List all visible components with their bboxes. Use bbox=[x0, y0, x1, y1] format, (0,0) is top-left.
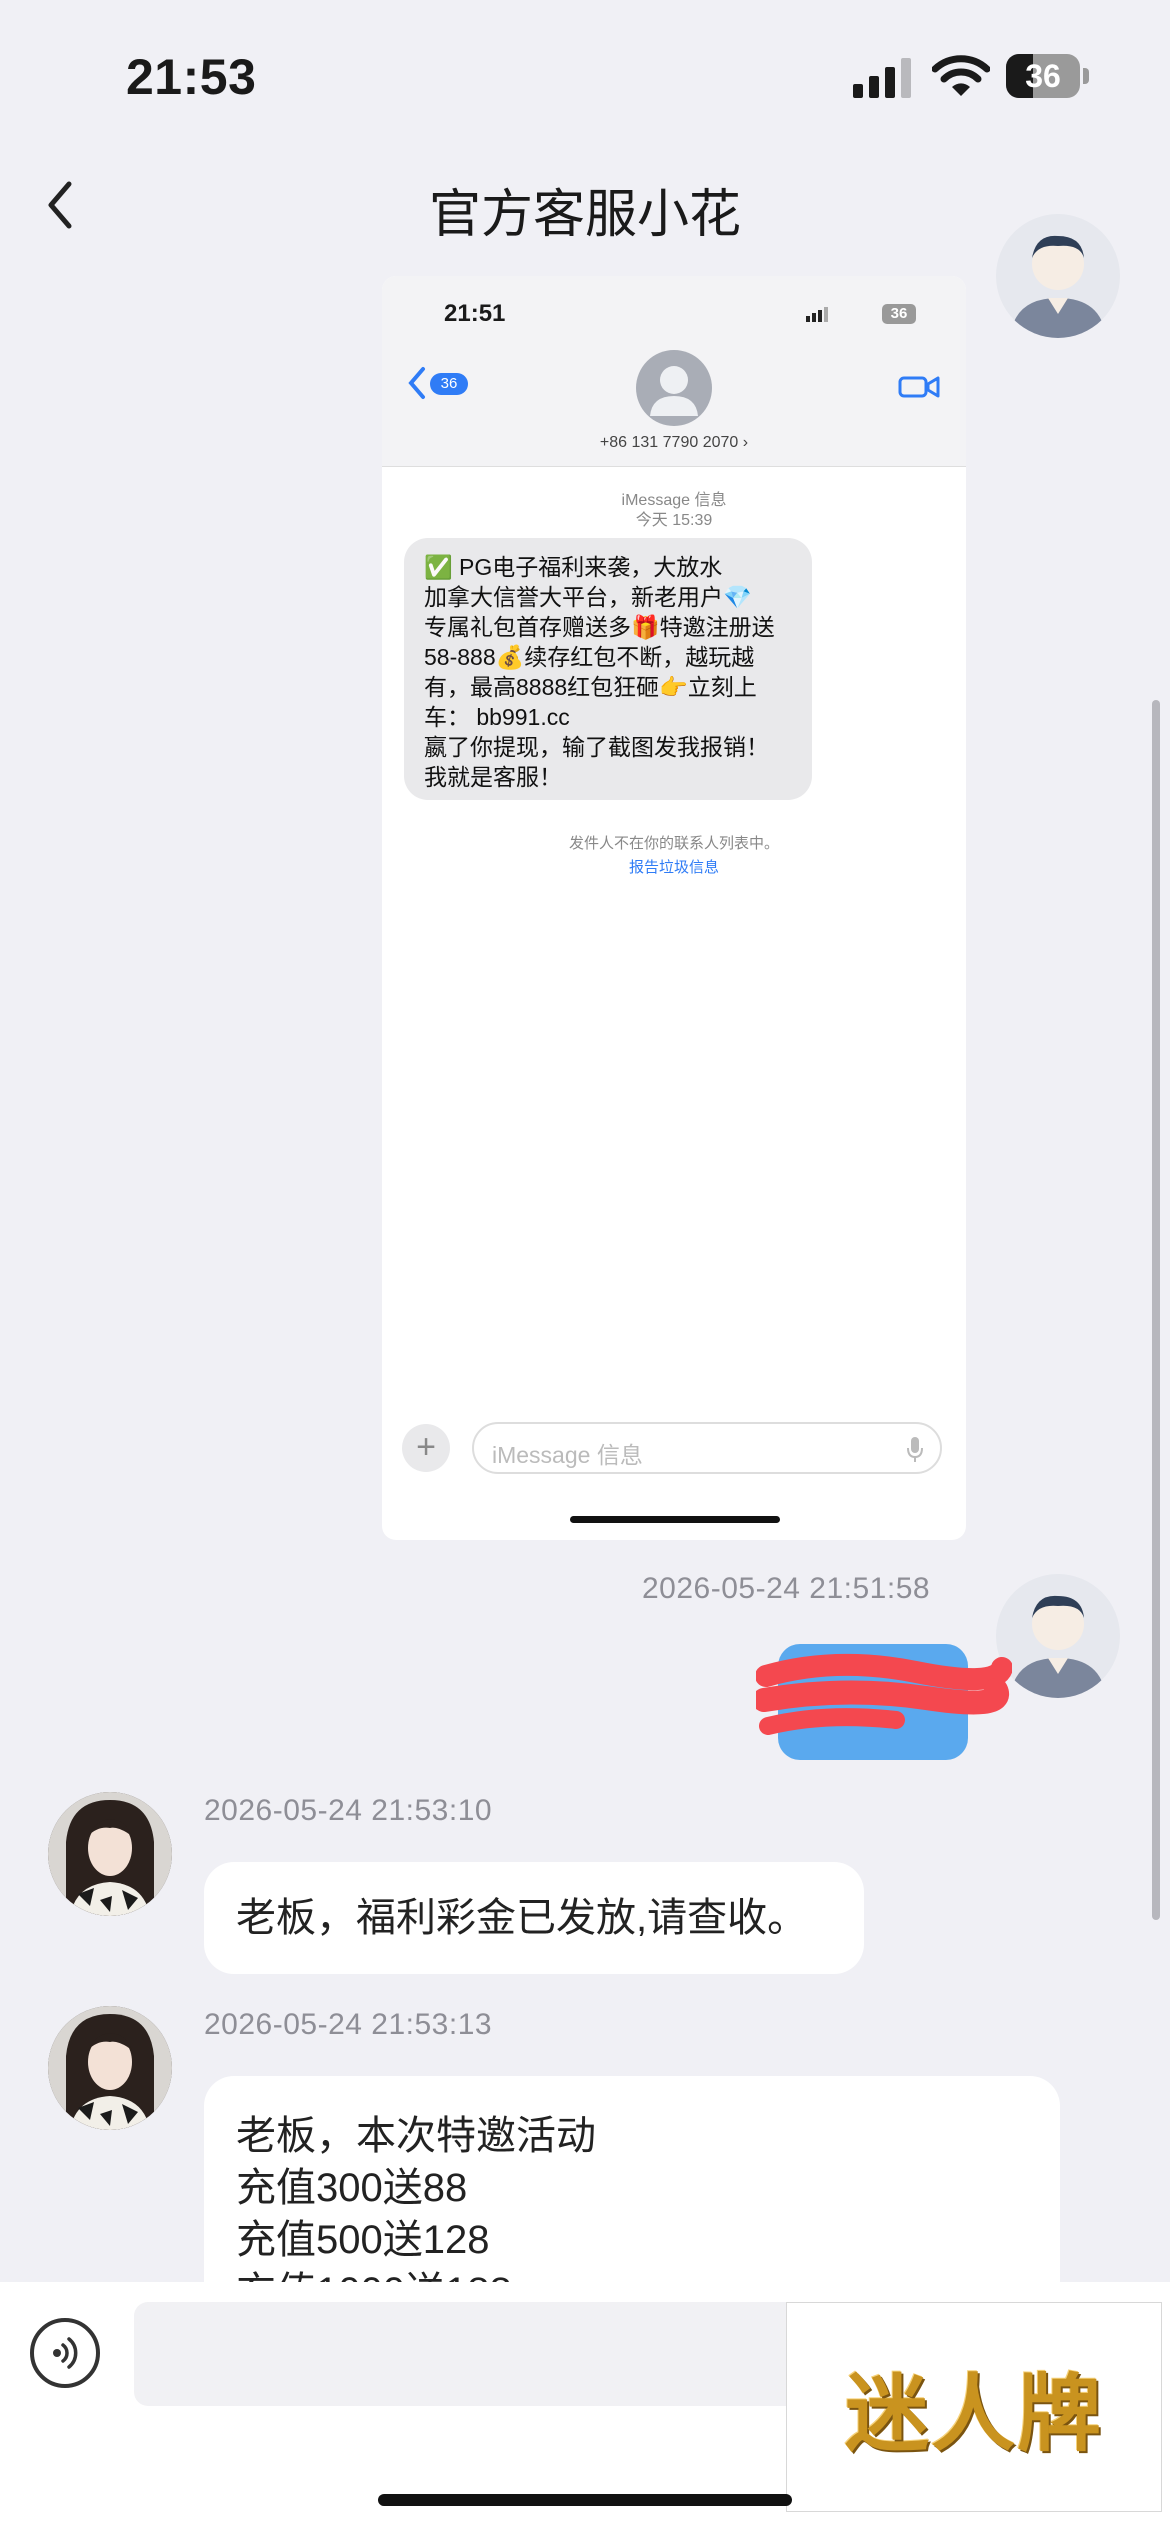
shot-phone-number: +86 131 7790 2070 › bbox=[599, 434, 749, 451]
battery-percent: 36 bbox=[1025, 58, 1061, 94]
watermark-text: 迷人牌 bbox=[844, 2363, 1103, 2463]
shot-plus-icon: + bbox=[402, 1424, 450, 1472]
agent-avatar[interactable] bbox=[48, 2006, 172, 2130]
shot-sms-line: 有，最高8888红包狂砸👉立刻上 bbox=[424, 674, 757, 700]
home-indicator bbox=[378, 2494, 792, 2506]
shot-sms-line: 车： bb991.cc bbox=[424, 704, 570, 730]
shot-sms-text: ✅ PG电子福利来袭，大放水加拿大信誉大平台，新老用户💎 专属礼包首存赠送多🎁特邀… bbox=[424, 552, 775, 792]
shot-sms-line: 加拿大信誉大平台，新老用户💎 bbox=[424, 584, 752, 610]
shot-input-field: iMessage 信息 bbox=[472, 1422, 942, 1474]
shot-contact-avatar-icon bbox=[636, 350, 712, 426]
shot-report-link: 报告垃圾信息 bbox=[628, 859, 719, 876]
chat-title: 官方客服小花 bbox=[428, 186, 741, 244]
shot-home-indicator bbox=[570, 1516, 780, 1523]
shot-not-in-contacts: 发件人不在你的联系人列表中。 bbox=[568, 835, 779, 852]
message-timestamp: 2026-05-24 21:53:10 bbox=[204, 1794, 493, 1827]
agent-message-bubble[interactable]: 老板，福利彩金已发放,请查收。 bbox=[204, 1862, 864, 1974]
person-icon bbox=[1010, 1595, 1106, 1698]
shot-battery: 36 bbox=[882, 304, 916, 324]
shot-sms-line: 58-888💰续存红包不断，越玩越 bbox=[424, 644, 755, 670]
shot-sms-line: 专属礼包首存赠送多🎁特邀注册送 bbox=[424, 614, 775, 640]
shot-unread-badge: 36 bbox=[430, 373, 468, 395]
scrollbar[interactable] bbox=[1152, 700, 1160, 1920]
person-icon bbox=[1010, 235, 1106, 338]
shot-mic-icon bbox=[907, 1437, 923, 1462]
shot-back-chevron-icon bbox=[406, 366, 428, 400]
agent-avatar[interactable] bbox=[48, 1792, 172, 1916]
battery-icon: 36 bbox=[1006, 54, 1090, 98]
agent-message-text: 老板，福利彩金已发放,请查收。 bbox=[236, 1896, 808, 1940]
cellular-signal-icon bbox=[853, 58, 911, 98]
status-time: 21:53 bbox=[126, 49, 257, 105]
shot-service-date: 今天 15:39 bbox=[635, 512, 713, 529]
agent-message-line: 充值500送128 bbox=[236, 2218, 490, 2262]
shot-input-placeholder: iMessage 信息 bbox=[492, 1442, 643, 1468]
redaction-scribble bbox=[756, 1653, 1012, 1735]
shot-sms-line: ✅ PG电子福利来袭，大放水 bbox=[424, 554, 723, 580]
watermark-logo: 迷人牌 bbox=[786, 2302, 1162, 2512]
agent-message-line: 老板，本次特邀活动 bbox=[236, 2114, 596, 2158]
message-timestamp: 2026-05-24 21:53:13 bbox=[204, 2008, 493, 2041]
shot-sms-line: 嬴了你提现，输了截图发我报销！ bbox=[424, 734, 769, 760]
user-avatar[interactable] bbox=[996, 214, 1120, 338]
user-avatar[interactable] bbox=[996, 1574, 1120, 1698]
shot-sms-line: 我就是客服！ bbox=[424, 764, 562, 790]
shot-sms-bubble: ✅ PG电子福利来袭，大放水加拿大信誉大平台，新老用户💎 专属礼包首存赠送多🎁特邀… bbox=[404, 538, 812, 800]
agent-avatar-image bbox=[48, 2006, 172, 2130]
shot-signal-icon bbox=[806, 306, 846, 322]
message-timestamp: 2026-05-24 21:51:58 bbox=[642, 1572, 931, 1605]
voice-input-button[interactable] bbox=[30, 2318, 100, 2388]
wifi-icon bbox=[932, 55, 990, 96]
agent-avatar-image bbox=[48, 1792, 172, 1916]
shot-video-icon bbox=[898, 374, 940, 400]
image-message[interactable]: 21:51 36 36 +86 131 7790 2070 › iMessage… bbox=[382, 276, 966, 1540]
voice-icon bbox=[53, 2337, 78, 2369]
shot-status-time: 21:51 bbox=[444, 300, 506, 327]
agent-message-line: 充值300送88 bbox=[236, 2166, 468, 2210]
